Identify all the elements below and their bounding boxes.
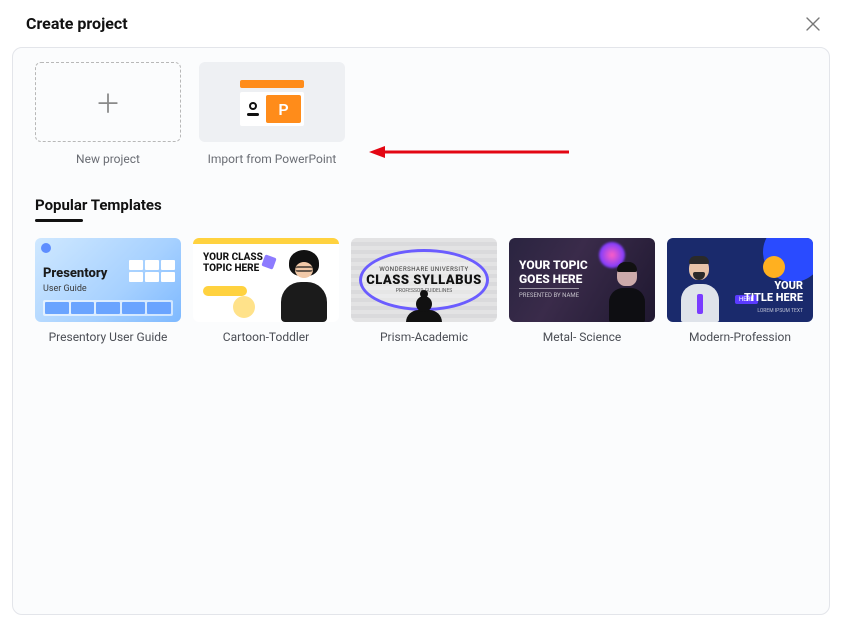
template-modern-profession[interactable]: HERE YOUR TITLE HERE LOREM IPSUM TEXT Mo… <box>667 238 813 344</box>
top-actions-row: ＋ New project P Import from PowerPoin <box>35 62 807 166</box>
template-cartoon-toddler[interactable]: YOUR CLASSTOPIC HERE Cartoon-Toddler <box>193 238 339 344</box>
section-title-popular: Popular Templates <box>35 196 807 214</box>
new-project-button[interactable]: ＋ <box>35 62 181 142</box>
template-label: Prism-Academic <box>380 330 468 344</box>
close-button[interactable] <box>804 15 822 33</box>
powerpoint-icon: P <box>236 78 308 126</box>
import-label: Import from PowerPoint <box>208 152 337 166</box>
template-thumbnail: YOUR CLASSTOPIC HERE <box>193 238 339 322</box>
template-label: Metal- Science <box>543 330 621 344</box>
new-project-label: New project <box>76 152 140 166</box>
main-panel: ＋ New project P Import from PowerPoin <box>12 47 830 615</box>
template-prism-academic[interactable]: WONDERSHARE UNIVERSITY CLASS SYLLABUS PR… <box>351 238 497 344</box>
template-presentory-user-guide[interactable]: Presentory User Guide Presentory User Gu… <box>35 238 181 344</box>
import-card: P Import from PowerPoint <box>199 62 345 166</box>
template-thumbnail: Presentory User Guide <box>35 238 181 322</box>
template-thumbnail: YOUR TOPIC GOES HERE PRESENTED BY NAME <box>509 238 655 322</box>
plus-icon: ＋ <box>95 84 121 121</box>
templates-row: Presentory User Guide Presentory User Gu… <box>35 238 807 344</box>
template-thumbnail: HERE YOUR TITLE HERE LOREM IPSUM TEXT <box>667 238 813 322</box>
new-project-card: ＋ New project <box>35 62 181 166</box>
dialog-header: Create project <box>0 0 842 43</box>
template-label: Modern-Profession <box>689 330 791 344</box>
template-metal-science[interactable]: YOUR TOPIC GOES HERE PRESENTED BY NAME M… <box>509 238 655 344</box>
import-powerpoint-button[interactable]: P <box>199 62 345 142</box>
dialog-title: Create project <box>26 14 128 33</box>
template-label: Presentory User Guide <box>49 330 168 344</box>
close-icon <box>806 17 820 31</box>
template-thumbnail: WONDERSHARE UNIVERSITY CLASS SYLLABUS PR… <box>351 238 497 322</box>
template-label: Cartoon-Toddler <box>223 330 309 344</box>
section-underline <box>35 219 83 222</box>
